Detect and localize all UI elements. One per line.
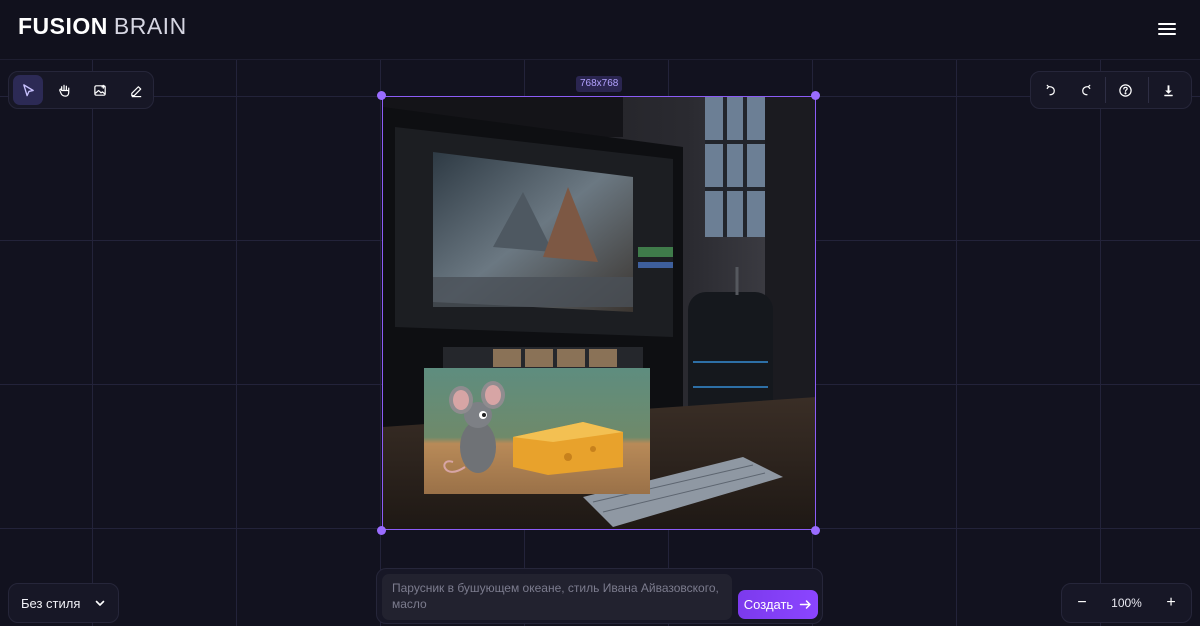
resize-handle-bottom-right[interactable] <box>811 526 820 535</box>
pan-tool-button[interactable] <box>49 75 79 105</box>
redo-icon <box>1081 84 1090 95</box>
hand-pan-icon <box>58 84 69 97</box>
zoom-level: 100% <box>1111 596 1142 610</box>
undo-button[interactable] <box>1035 75 1065 105</box>
canvas-tools-toolbar <box>8 71 154 109</box>
canvas-size-label: 768x768 <box>576 76 623 92</box>
prompt-panel: Парусник в бушующем океане, стиль Ивана … <box>376 568 823 624</box>
undo-icon <box>1046 84 1055 95</box>
select-cursor-icon <box>22 83 34 96</box>
workspace-scene-image <box>383 97 815 529</box>
top-header: FUSION BRAIN <box>0 0 1200 60</box>
eraser-icon <box>130 85 141 97</box>
toolbar-divider <box>1105 77 1106 103</box>
download-icon <box>1163 84 1173 96</box>
chevron-down-icon <box>95 600 105 606</box>
select-tool-button[interactable] <box>13 75 43 105</box>
logo-bold-text: FUSION <box>18 13 108 39</box>
style-select[interactable]: Без стиля <box>8 583 119 623</box>
zoom-in-button[interactable]: + <box>1163 594 1179 612</box>
help-button[interactable] <box>1110 75 1140 105</box>
download-button[interactable] <box>1153 75 1183 105</box>
logo-light-text: BRAIN <box>113 13 187 39</box>
resize-handle-top-left[interactable] <box>377 91 386 100</box>
redo-button[interactable] <box>1071 75 1101 105</box>
app-logo[interactable]: FUSION BRAIN <box>18 13 187 40</box>
generated-image-canvas[interactable] <box>382 96 816 530</box>
help-icon <box>1118 83 1132 97</box>
zoom-out-button[interactable]: − <box>1074 594 1090 612</box>
resize-handle-bottom-left[interactable] <box>377 526 386 535</box>
create-button[interactable]: Создать <box>738 590 818 619</box>
add-image-icon <box>93 84 106 96</box>
toolbar-divider <box>1148 77 1149 103</box>
resize-handle-top-right[interactable] <box>811 91 820 100</box>
add-image-tool-button[interactable] <box>85 75 115 105</box>
history-toolbar <box>1030 71 1192 109</box>
create-button-label: Создать <box>743 597 794 612</box>
prompt-input[interactable]: Парусник в бушующем океане, стиль Ивана … <box>382 574 732 620</box>
mouse-cheese-inset <box>424 368 650 494</box>
style-select-value: Без стиля <box>21 595 81 611</box>
hamburger-menu-icon[interactable] <box>1156 20 1178 40</box>
arrow-right-icon <box>799 600 811 609</box>
zoom-control: − 100% + <box>1061 583 1192 623</box>
eraser-tool-button[interactable] <box>121 75 151 105</box>
